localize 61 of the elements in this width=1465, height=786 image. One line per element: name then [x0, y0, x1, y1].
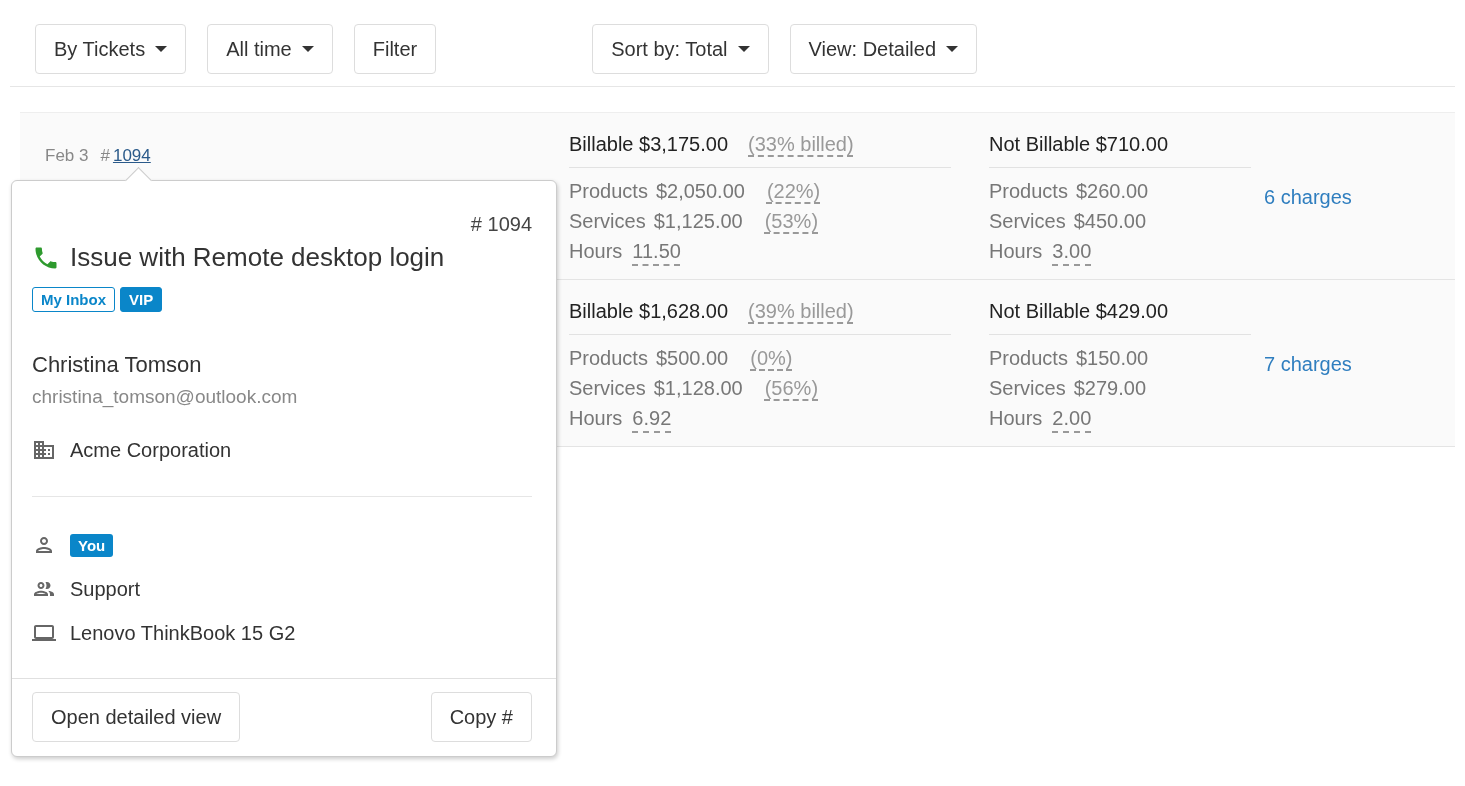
line-label: Services — [569, 377, 646, 401]
line-amount: $150.00 — [1075, 347, 1149, 371]
total-label: Not Billable $429.00 — [989, 300, 1169, 323]
copy-button[interactable]: Copy # — [430, 692, 532, 742]
line-percent: (0%) — [750, 347, 793, 371]
caret-icon — [155, 46, 168, 52]
contact-name: Christina Tomson — [32, 352, 203, 378]
line-percent: (22%) — [766, 180, 821, 204]
ticket-title: Issue with Remote desktop login — [70, 242, 445, 273]
dropdown-button[interactable]: Sort by: Total — [592, 24, 769, 74]
line-amount: $2,050.00 — [655, 180, 745, 204]
hours-value: 3.00 — [1052, 240, 1092, 264]
total-label: Billable $1,628.00 — [569, 300, 729, 323]
line-percent: (56%) — [764, 377, 819, 401]
assignee-badge: You — [70, 533, 114, 557]
dropdown-button[interactable]: View: Detailed — [789, 24, 977, 74]
hours-label: Hours — [989, 240, 1043, 264]
line-amount: $1,128.00 — [653, 377, 743, 401]
line-label: Products — [569, 180, 648, 204]
billed-percent: (33% billed) — [748, 133, 854, 156]
open-view-button[interactable]: Open detailed view — [32, 692, 241, 742]
ticket-number: # 1094 — [469, 213, 532, 236]
hash-sign: # — [100, 146, 110, 165]
hours-label: Hours — [989, 407, 1043, 431]
device-name: Lenovo ThinkBook 15 G2 — [70, 621, 296, 645]
caret-icon — [737, 46, 750, 52]
filter-button[interactable]: Filter — [353, 24, 437, 74]
charges-link[interactable]: 7 charges — [1264, 280, 1455, 376]
ticket-tag: VIP — [120, 287, 163, 312]
ticket-date: Feb 3 — [45, 146, 89, 166]
hours-label: Hours — [569, 407, 623, 431]
billed-percent: (39% billed) — [748, 300, 854, 323]
line-label: Products — [989, 180, 1068, 204]
line-amount: $279.00 — [1073, 377, 1146, 401]
hours-value: 2.00 — [1052, 407, 1092, 431]
contact-email: christina_tomson@outlook.com — [32, 386, 299, 408]
dropdown-button[interactable]: All time — [207, 24, 333, 74]
total-label: Billable $3,175.00 — [569, 133, 729, 156]
line-label: Services — [989, 377, 1066, 401]
line-amount: $1,125.00 — [653, 210, 743, 234]
hours-value: 11.50 — [632, 240, 681, 264]
caret-icon — [301, 46, 314, 52]
group-name: Support — [70, 577, 141, 601]
hours-value: 6.92 — [632, 407, 672, 431]
total-label: Not Billable $710.00 — [989, 133, 1169, 156]
line-label: Services — [989, 210, 1066, 234]
hours-label: Hours — [569, 240, 623, 264]
line-label: Products — [569, 347, 648, 371]
line-label: Products — [989, 347, 1068, 371]
ticket-number-link[interactable]: 1094 — [112, 146, 151, 165]
dropdown-button[interactable]: By Tickets — [35, 24, 187, 74]
caret-icon — [946, 46, 958, 52]
charges-link[interactable]: 6 charges — [1264, 113, 1455, 209]
line-label: Services — [569, 210, 646, 234]
line-amount: $500.00 — [655, 347, 729, 371]
company-name: Acme Corporation — [70, 438, 232, 462]
line-amount: $450.00 — [1073, 210, 1146, 234]
building-icon — [32, 438, 56, 462]
ticket-tag: My Inbox — [32, 287, 115, 312]
line-percent: (53%) — [764, 210, 819, 234]
line-amount: $260.00 — [1075, 180, 1149, 204]
